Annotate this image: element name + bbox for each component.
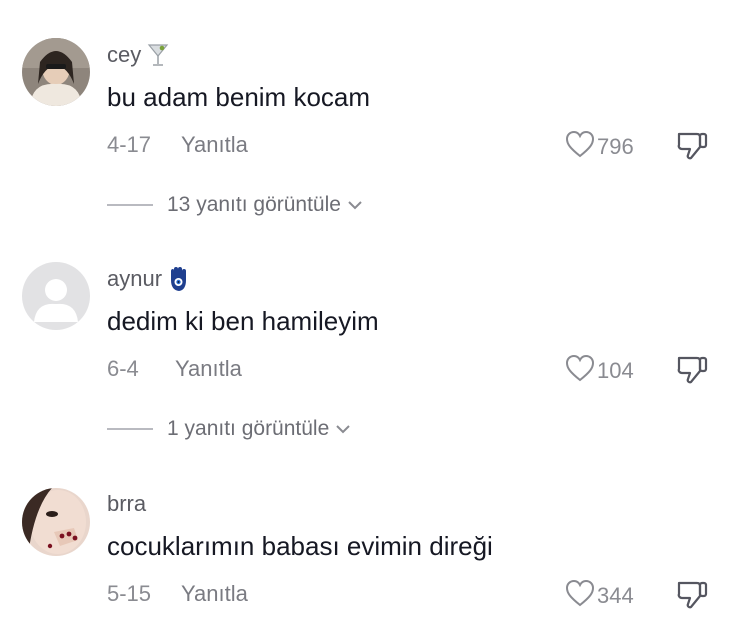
comment-text: cocuklarımın babası evimin direği xyxy=(107,531,493,561)
hamsa-hand-icon xyxy=(166,266,192,292)
username[interactable]: aynur xyxy=(107,264,192,294)
view-replies-label: 1 yanıtı görüntüle xyxy=(167,417,330,440)
comment-text: dedim ki ben hamileyim xyxy=(107,306,379,336)
thumbs-down-icon xyxy=(675,356,709,390)
avatar[interactable] xyxy=(22,488,90,556)
divider-line xyxy=(107,428,153,430)
comment-date: 5-15 xyxy=(107,581,152,606)
username[interactable]: brra xyxy=(107,489,146,519)
comment-meta: 6-4 Yanıtla xyxy=(107,354,736,384)
comment-item: brra cocuklarımın babası evimin direği 5… xyxy=(0,0,736,609)
reply-button[interactable]: Yanıtla xyxy=(181,581,248,607)
comment-date: 6-4 xyxy=(107,356,139,381)
username-label: aynur xyxy=(107,266,163,291)
like-count: 104 xyxy=(597,358,634,383)
chevron-down-icon xyxy=(335,417,351,441)
dislike-button[interactable] xyxy=(675,579,709,616)
heart-icon xyxy=(565,579,595,613)
like-button[interactable]: 104 xyxy=(565,354,634,388)
like-count: 344 xyxy=(597,583,634,608)
username-label: brra xyxy=(107,491,147,516)
heart-icon xyxy=(565,354,595,388)
comment-meta: 5-15 Yanıtla xyxy=(107,579,736,609)
view-replies-button[interactable]: 1 yanıtı görüntüle xyxy=(107,417,351,441)
like-button[interactable]: 344 xyxy=(565,579,634,613)
dislike-button[interactable] xyxy=(675,354,709,391)
reply-button[interactable]: Yanıtla xyxy=(175,356,242,382)
avatar[interactable] xyxy=(22,262,90,330)
thumbs-down-icon xyxy=(675,581,709,615)
